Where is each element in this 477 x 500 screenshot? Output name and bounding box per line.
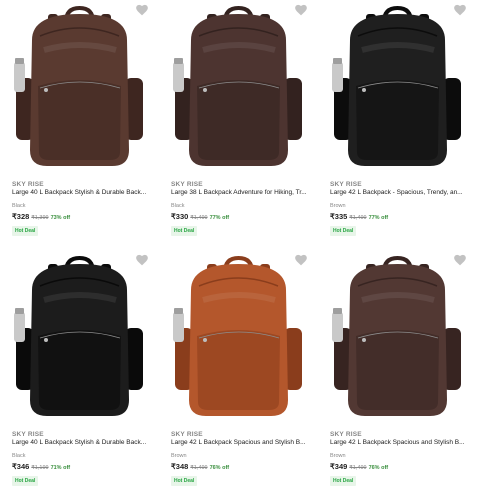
heart-icon[interactable] [135,253,149,266]
product-title[interactable]: Large 38 L Backpack Adventure for Hiking… [171,189,313,196]
brand-name: SKY RISE [171,181,203,188]
product-title[interactable]: Large 42 L Backpack - Spacious, Trendy, … [330,189,472,196]
backpack-image [173,255,302,416]
heart-icon[interactable] [135,3,149,16]
product-card[interactable]: SKY RISE Large 38 L Backpack Adventure f… [159,0,318,250]
product-title[interactable]: Large 42 L Backpack Spacious and Stylish… [330,439,472,446]
price-row: ₹346 ₹1,199 71% off [12,462,70,471]
backpack-image [173,5,302,166]
selling-price: ₹349 [330,462,348,471]
product-card[interactable]: SKY RISE Large 40 L Backpack Stylish & D… [0,0,159,250]
discount-percent: 76% off [209,465,230,471]
hot-deal-badge: Hot Deal [171,476,198,486]
product-card[interactable]: SKY RISE Large 40 L Backpack Stylish & D… [0,250,159,500]
backpack-image [332,5,461,166]
brand-name: SKY RISE [330,181,362,188]
discount-percent: 71% off [50,465,71,471]
product-image[interactable] [0,0,159,170]
brand-name: SKY RISE [12,181,44,188]
product-image[interactable] [318,250,477,420]
price-row: ₹335 ₹1,499 77% off [330,212,388,221]
brand-name: SKY RISE [12,431,44,438]
product-color: Black [12,203,26,209]
heart-icon[interactable] [294,3,308,16]
original-price: ₹1,499 [349,215,367,221]
product-color: Brown [330,453,346,459]
price-row: ₹330 ₹1,499 77% off [171,212,229,221]
discount-percent: 73% off [50,215,71,221]
hot-deal-badge: Hot Deal [12,476,39,486]
price-row: ₹349 ₹1,499 76% off [330,462,388,471]
discount-percent: 77% off [368,215,389,221]
backpack-image [14,5,143,166]
heart-icon[interactable] [453,253,467,266]
hot-deal-badge: Hot Deal [330,476,357,486]
hot-deal-badge: Hot Deal [330,226,357,236]
original-price: ₹1,499 [190,465,208,471]
original-price: ₹1,399 [31,215,49,221]
discount-percent: 77% off [209,215,230,221]
product-grid: SKY RISE Large 40 L Backpack Stylish & D… [0,0,477,500]
backpack-image [14,255,143,416]
product-image[interactable] [159,0,318,170]
product-card[interactable]: SKY RISE Large 42 L Backpack Spacious an… [159,250,318,500]
product-image[interactable] [0,250,159,420]
original-price: ₹1,499 [190,215,208,221]
hot-deal-badge: Hot Deal [171,226,198,236]
brand-name: SKY RISE [330,431,362,438]
selling-price: ₹330 [171,212,189,221]
hot-deal-badge: Hot Deal [12,226,39,236]
heart-icon[interactable] [453,3,467,16]
discount-percent: 76% off [368,465,389,471]
product-title[interactable]: Large 42 L Backpack Spacious and Stylish… [171,439,313,446]
price-row: ₹328 ₹1,399 73% off [12,212,70,221]
original-price: ₹1,199 [31,465,49,471]
product-color: Black [171,203,185,209]
selling-price: ₹328 [12,212,30,221]
product-card[interactable]: SKY RISE Large 42 L Backpack Spacious an… [318,250,477,500]
selling-price: ₹335 [330,212,348,221]
product-title[interactable]: Large 40 L Backpack Stylish & Durable Ba… [12,439,154,446]
product-image[interactable] [159,250,318,420]
product-color: Brown [171,453,187,459]
heart-icon[interactable] [294,253,308,266]
selling-price: ₹348 [171,462,189,471]
selling-price: ₹346 [12,462,30,471]
original-price: ₹1,499 [349,465,367,471]
backpack-image [332,255,461,416]
product-title[interactable]: Large 40 L Backpack Stylish & Durable Ba… [12,189,154,196]
product-image[interactable] [318,0,477,170]
product-color: Brown [330,203,346,209]
brand-name: SKY RISE [171,431,203,438]
product-card[interactable]: SKY RISE Large 42 L Backpack - Spacious,… [318,0,477,250]
product-color: Black [12,453,26,459]
price-row: ₹348 ₹1,499 76% off [171,462,229,471]
